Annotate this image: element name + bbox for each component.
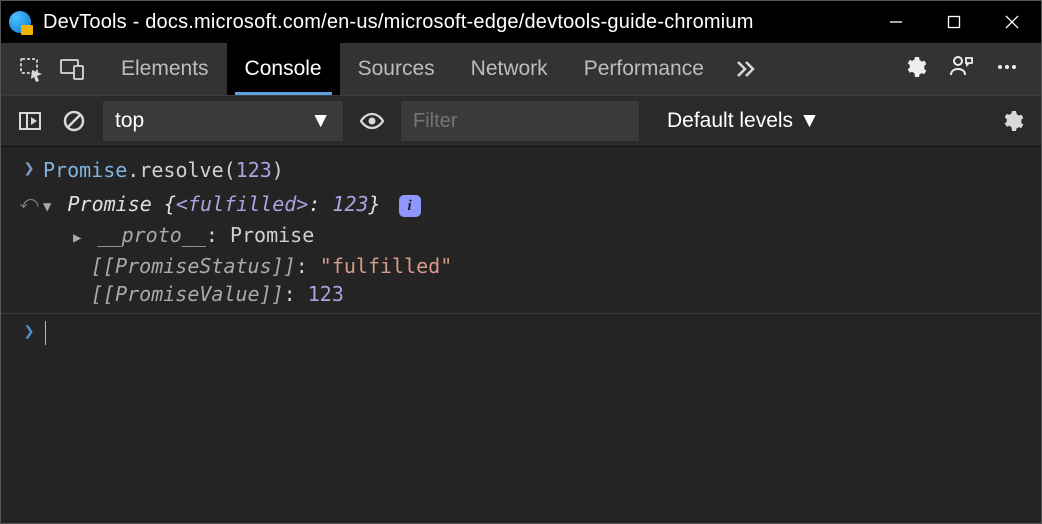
tab-performance[interactable]: Performance [566, 43, 722, 95]
window-titlebar: DevTools - docs.microsoft.com/en-us/micr… [1, 1, 1041, 43]
feedback-button[interactable] [949, 55, 973, 84]
code-token: "fulfilled" [320, 254, 452, 278]
console-input-row[interactable]: ❯ Promise.resolve(123) [1, 153, 1041, 187]
toggle-sidebar-button[interactable] [15, 106, 45, 136]
window-title: DevTools - docs.microsoft.com/en-us/micr… [43, 11, 867, 34]
log-levels-selector[interactable]: Default levels ▼ [667, 109, 820, 133]
input-chevron-icon: ❯ [15, 156, 43, 182]
device-icon [59, 56, 85, 82]
code-token: <fulfilled> [176, 192, 308, 216]
code-token: Promise [67, 192, 151, 216]
sidebar-icon [18, 109, 42, 133]
clear-console-button[interactable] [59, 106, 89, 136]
code-token: 123 [308, 282, 344, 306]
chevron-down-icon: ▼ [799, 109, 820, 133]
context-value: top [115, 109, 144, 133]
code-token: [[PromiseValue]] [91, 282, 284, 306]
app-icon [9, 11, 31, 33]
expand-toggle[interactable]: ▶ [73, 224, 81, 252]
code-token: : [296, 254, 320, 278]
code-token: __proto__ [97, 223, 205, 247]
tab-elements[interactable]: Elements [103, 43, 227, 95]
object-property-row[interactable]: [[PromiseStatus]]: "fulfilled" [73, 252, 1031, 280]
code-token: : [284, 282, 308, 306]
code-token: 123 [332, 192, 368, 216]
code-token: [[PromiseStatus]] [91, 254, 296, 278]
device-toggle-button[interactable] [55, 52, 89, 86]
code-token: Promise [43, 158, 127, 182]
info-icon[interactable]: i [399, 195, 421, 217]
output-chevron-icon: ⤺ [15, 190, 43, 216]
code-token: : [308, 192, 332, 216]
code-token: Promise [230, 223, 314, 247]
console-toolbar: top ▼ Default levels ▼ [1, 95, 1041, 147]
tab-network[interactable]: Network [453, 43, 566, 95]
close-button[interactable] [983, 1, 1041, 43]
input-chevron-icon: ❯ [15, 319, 43, 345]
inspect-element-button[interactable] [15, 52, 49, 86]
minimize-button[interactable] [867, 1, 925, 43]
cursor [45, 321, 46, 345]
maximize-button[interactable] [925, 1, 983, 43]
object-property-row[interactable]: [[PromiseValue]]: 123 [73, 280, 1031, 308]
dots-icon [995, 55, 1019, 79]
chevrons-right-icon [732, 56, 758, 82]
window-controls [867, 1, 1041, 43]
levels-label: Default levels [667, 109, 793, 133]
settings-button[interactable] [903, 55, 927, 84]
tab-console[interactable]: Console [227, 43, 340, 95]
code-token: ) [272, 158, 284, 182]
console-output: ❯ Promise.resolve(123) ⤺ ▼ Promise {<ful… [1, 147, 1041, 356]
console-output-row[interactable]: ⤺ ▼ Promise {<fulfilled>: 123} i ▶ __pro… [1, 187, 1041, 311]
console-prompt-row[interactable]: ❯ [1, 316, 1041, 350]
expand-toggle[interactable]: ▼ [43, 193, 51, 221]
eye-icon [360, 109, 384, 133]
filter-input[interactable] [401, 101, 639, 141]
code-token: : [206, 223, 230, 247]
feedback-icon [949, 55, 973, 79]
code-token: { [152, 192, 176, 216]
panel-tabs: Elements Console Sources Network Perform… [103, 43, 722, 95]
live-expression-button[interactable] [357, 106, 387, 136]
code-token: } [369, 192, 381, 216]
main-tabbar: Elements Console Sources Network Perform… [1, 43, 1041, 95]
maximize-icon [947, 15, 961, 29]
gear-icon [1000, 109, 1024, 133]
tab-sources[interactable]: Sources [340, 43, 453, 95]
chevron-down-icon: ▼ [310, 109, 331, 133]
minimize-icon [889, 15, 903, 29]
tabbar-right-controls [903, 55, 1027, 84]
inspect-icon [19, 56, 45, 82]
code-token: .resolve( [127, 158, 235, 182]
more-options-button[interactable] [995, 55, 1019, 84]
gear-icon [903, 55, 927, 79]
clear-icon [62, 109, 86, 133]
code-token: 123 [236, 158, 272, 182]
more-tabs-button[interactable] [728, 52, 762, 86]
context-selector[interactable]: top ▼ [103, 101, 343, 141]
object-property-row[interactable]: ▶ __proto__: Promise [73, 221, 1031, 252]
close-icon [1005, 15, 1019, 29]
console-settings-button[interactable] [997, 106, 1027, 136]
